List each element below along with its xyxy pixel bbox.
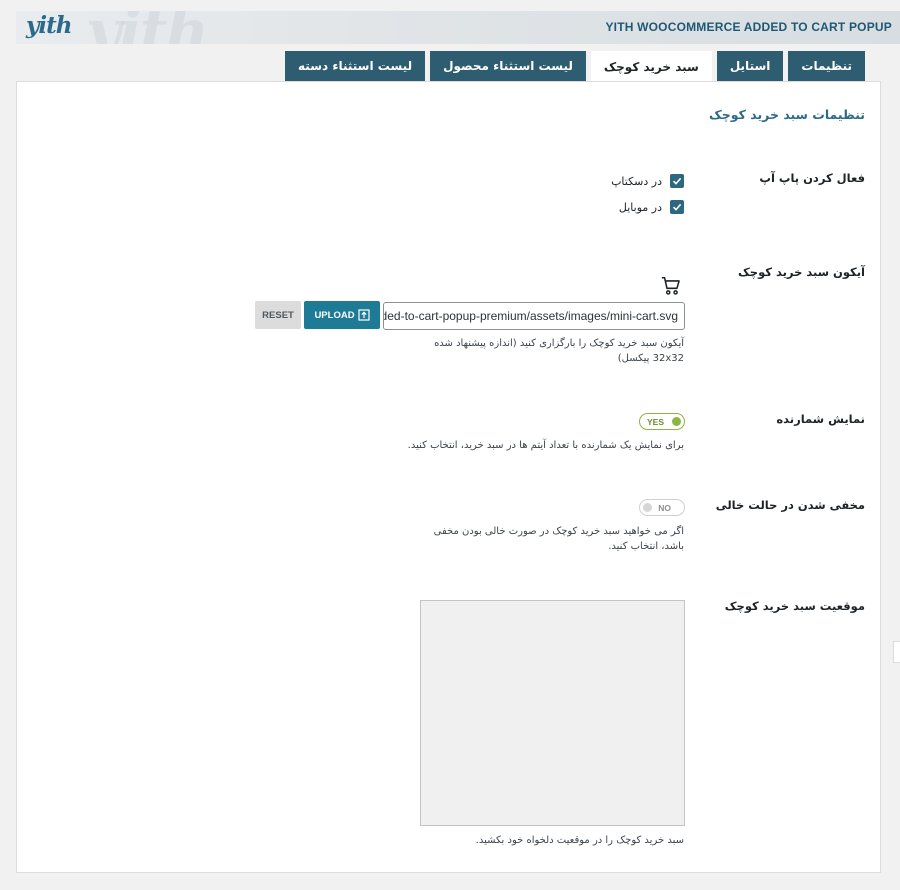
upload-icon xyxy=(357,309,370,321)
checkmark-icon xyxy=(672,177,682,185)
cart-icon xyxy=(661,276,680,295)
mobile-checkbox-label: در موبایل xyxy=(618,200,662,214)
settings-tabs: تنظیمات استایل سبد خرید کوچک لیست استثنا… xyxy=(285,51,865,82)
desktop-checkbox[interactable] xyxy=(670,174,684,188)
side-scroll-handle[interactable] xyxy=(893,641,900,663)
plugin-header-banner: yith yith YITH WOOCOMMERCE ADDED TO CART… xyxy=(16,11,900,44)
section-title: تنظیمات سبد خرید کوچک xyxy=(709,107,865,122)
show-counter-description: برای نمایش یک شمارنده با تعداد آیتم ها د… xyxy=(407,440,684,451)
yith-logo: yith xyxy=(26,12,72,39)
show-counter-toggle[interactable]: YES xyxy=(639,413,685,430)
toggle-no-text: NO xyxy=(658,502,671,513)
icon-url-input[interactable]: yith-woocommerce-added-to-cart-popup-pre… xyxy=(383,302,685,330)
mobile-option[interactable]: در موبایل xyxy=(619,200,684,214)
mobile-checkbox[interactable] xyxy=(670,200,684,214)
reset-button[interactable]: RESET xyxy=(255,301,301,329)
position-drag-area[interactable] xyxy=(420,600,685,826)
position-description: سبد خرید کوچک را در موقعیت دلخواه خود بک… xyxy=(475,835,684,846)
hide-empty-label: مخفی شدن در حالت خالی xyxy=(715,498,865,512)
toggle-knob xyxy=(643,503,652,512)
tab-category-exclusion[interactable]: لیست استثناء دسته xyxy=(285,51,426,81)
tab-settings[interactable]: تنظیمات xyxy=(788,51,865,81)
mini-cart-position-label: موقعیت سبد خرید کوچک xyxy=(724,599,865,613)
toggle-knob xyxy=(672,417,681,426)
banner-watermark: yith xyxy=(86,11,209,44)
settings-panel: تنظیمات سبد خرید کوچک فعال کردن پاپ آپ د… xyxy=(16,81,881,873)
checkmark-icon xyxy=(672,203,682,211)
hide-empty-toggle[interactable]: NO xyxy=(639,499,685,516)
desktop-checkbox-label: در دسکتاپ xyxy=(611,174,662,188)
icon-description: آیکون سبد خرید کوچک را بارگزاری کنید (ان… xyxy=(434,338,684,364)
tab-style[interactable]: استایل xyxy=(716,51,784,81)
tab-product-exclusion[interactable]: لیست استثناء محصول xyxy=(430,51,586,81)
upload-button-label: UPLOAD xyxy=(314,309,355,321)
hide-empty-description: اگر می خواهید سبد خرید کوچک در صورت خالی… xyxy=(433,526,684,552)
upload-button[interactable]: UPLOAD xyxy=(304,301,380,329)
desktop-option[interactable]: در دسکتاپ xyxy=(611,174,684,188)
enable-popup-label: فعال کردن پاپ آپ xyxy=(759,171,865,185)
toggle-yes-text: YES xyxy=(647,416,665,427)
tab-mini-cart[interactable]: سبد خرید کوچک xyxy=(590,51,712,82)
plugin-title: YITH WOOCOMMERCE ADDED TO CART POPUP xyxy=(605,20,892,34)
show-counter-label: نمایش شمارنده xyxy=(776,412,865,426)
mini-cart-icon-label: آیکون سبد خرید کوچک xyxy=(738,265,865,279)
icon-url-value: yith-woocommerce-added-to-cart-popup-pre… xyxy=(383,309,678,323)
